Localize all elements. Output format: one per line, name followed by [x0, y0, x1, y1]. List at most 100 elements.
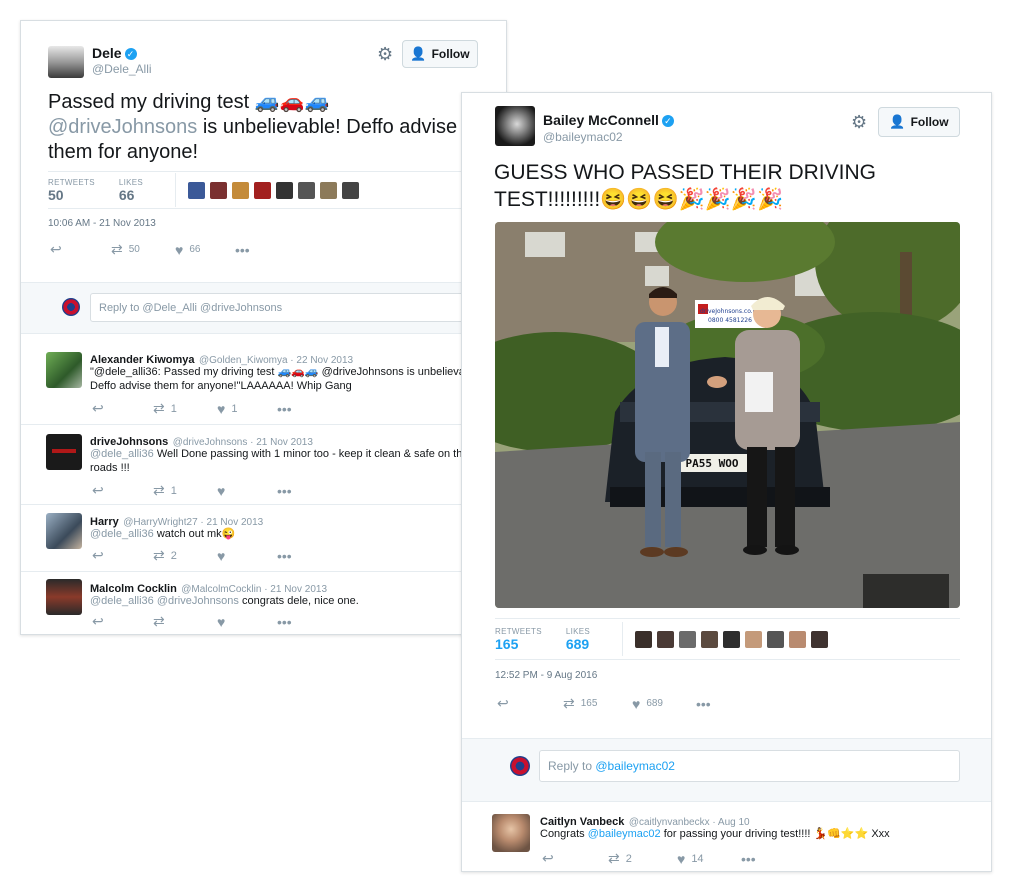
retweet-count[interactable]: RETWEETS 50: [48, 178, 95, 203]
author-handle[interactable]: @Dele_Alli: [92, 62, 152, 76]
retweet-button[interactable]: ⇄ 1: [153, 482, 217, 499]
liker-avatar[interactable]: [254, 181, 272, 199]
avatar[interactable]: [495, 106, 535, 146]
tweet-timestamp[interactable]: 10:06 AM - 21 Nov 2013: [48, 218, 156, 229]
mention-link[interactable]: @driveJohnsons: [48, 116, 197, 138]
reply-button[interactable]: ↩: [497, 695, 563, 712]
retweet-button[interactable]: ⇄ 2: [153, 547, 217, 564]
reply-icon: ↩: [92, 547, 104, 563]
likes-value: 66: [118, 186, 135, 203]
more-button[interactable]: •••: [235, 242, 250, 258]
more-button[interactable]: •••: [277, 401, 292, 417]
liker-avatar[interactable]: [723, 630, 741, 648]
reply-button[interactable]: ↩: [542, 850, 608, 867]
like-count: 1: [231, 402, 238, 415]
like-count: 14: [691, 852, 704, 865]
current-user-avatar: [510, 756, 530, 776]
reply-button[interactable]: ↩: [50, 241, 111, 258]
mention-link[interactable]: @baileymac02: [588, 828, 661, 840]
more-button[interactable]: •••: [277, 614, 292, 630]
more-button[interactable]: •••: [696, 696, 711, 712]
likes-value: 689: [565, 635, 590, 652]
liker-avatar[interactable]: [767, 630, 785, 648]
heart-icon: ♥: [217, 613, 226, 630]
like-button[interactable]: ♥ 66: [175, 242, 235, 258]
current-user-avatar: [62, 298, 80, 316]
retweet-icon: ⇄: [153, 400, 165, 416]
tweet-timestamp[interactable]: 12:52 PM - 9 Aug 2016: [495, 670, 597, 681]
reply-avatar[interactable]: [46, 352, 82, 388]
retweet-icon: ⇄: [153, 482, 165, 498]
retweet-count[interactable]: RETWEETS 165: [495, 627, 542, 652]
list-item[interactable]: Caitlyn Vanbeck @caitlynvanbeckx · Aug 1…: [462, 800, 991, 871]
list-item[interactable]: Alexander Kiwomya @Golden_Kiwomya · 22 N…: [21, 342, 506, 425]
retweet-button[interactable]: ⇄: [153, 613, 217, 630]
mention-link[interactable]: @dele_alli36: [90, 448, 154, 460]
reply-input[interactable]: Reply to @baileymac02: [539, 750, 960, 782]
more-button[interactable]: •••: [277, 483, 292, 499]
reply-button[interactable]: ↩: [92, 482, 153, 499]
liker-avatar[interactable]: [811, 630, 829, 648]
reply-avatar[interactable]: [492, 814, 530, 852]
retweets-label: RETWEETS: [495, 626, 542, 636]
liker-avatar[interactable]: [657, 630, 675, 648]
reply-button[interactable]: ↩: [92, 613, 153, 630]
reply-button[interactable]: ↩: [92, 400, 153, 417]
tweet-text: Passed my driving test 🚙🚗🚙 @driveJohnson…: [48, 90, 488, 165]
like-button[interactable]: ♥: [217, 483, 277, 499]
liker-avatar[interactable]: [188, 181, 206, 199]
like-count[interactable]: LIKES 689: [566, 627, 590, 652]
liker-avatar[interactable]: [320, 181, 338, 199]
mention-link[interactable]: @dele_alli36: [90, 528, 154, 540]
retweet-button[interactable]: ⇄ 2: [608, 850, 677, 867]
author-handle[interactable]: @baileymac02: [543, 130, 623, 144]
list-item[interactable]: Malcolm Cocklin @MalcolmCocklin · 21 Nov…: [21, 571, 506, 634]
liker-avatar[interactable]: [276, 181, 294, 199]
liker-avatar[interactable]: [789, 630, 807, 648]
reply-input[interactable]: Reply to @Dele_Alli @driveJohnsons: [90, 293, 506, 322]
liker-avatar[interactable]: [701, 630, 719, 648]
reply-text: "@dele_alli36: Passed my driving test 🚙🚗…: [90, 366, 483, 378]
reply-icon: ↩: [50, 241, 62, 257]
reply-icon: ↩: [92, 613, 104, 629]
reply-button[interactable]: ↩: [92, 547, 153, 564]
retweet-button[interactable]: ⇄ 165: [563, 695, 632, 712]
more-button[interactable]: •••: [741, 851, 756, 867]
list-item[interactable]: driveJohnsons @driveJohnsons · 21 Nov 20…: [21, 424, 506, 505]
gear-icon[interactable]: ⚙: [377, 45, 393, 63]
like-button[interactable]: ♥ 689: [632, 696, 696, 712]
retweet-button[interactable]: ⇄ 50: [111, 241, 175, 258]
liker-avatar[interactable]: [232, 181, 250, 199]
follow-button[interactable]: 👤 Follow: [402, 40, 478, 68]
reply-avatar[interactable]: [46, 579, 82, 615]
reply-avatar[interactable]: [46, 434, 82, 470]
liker-avatar[interactable]: [210, 181, 228, 199]
author-name[interactable]: Dele: [92, 45, 122, 61]
follow-button[interactable]: 👤 Follow: [878, 107, 960, 137]
gear-icon[interactable]: ⚙: [851, 113, 867, 131]
retweet-count: 2: [625, 852, 632, 865]
avatar[interactable]: [48, 46, 84, 78]
like-count[interactable]: LIKES 66: [119, 178, 143, 203]
author-name[interactable]: Bailey McConnell: [543, 112, 659, 128]
liker-avatar[interactable]: [635, 630, 653, 648]
heart-icon: ♥: [175, 241, 184, 258]
like-button[interactable]: ♥: [217, 614, 277, 630]
liker-avatar[interactable]: [298, 181, 316, 199]
mention-link[interactable]: @dele_alli36 @driveJohnsons: [90, 595, 239, 607]
reply-avatar[interactable]: [46, 513, 82, 549]
liker-avatar[interactable]: [342, 181, 360, 199]
reply-bar: Reply to @Dele_Alli @driveJohnsons: [21, 282, 506, 334]
list-item[interactable]: Harry @HarryWright27 · 21 Nov 2013 @dele…: [21, 504, 506, 572]
tweet-photo[interactable]: driveJohnsons.co.uk 0800 4581226 PA55 WO…: [495, 222, 960, 608]
like-button[interactable]: ♥: [217, 548, 277, 564]
like-button[interactable]: ♥ 14: [677, 851, 741, 867]
liker-avatar[interactable]: [745, 630, 763, 648]
reply-actions: ↩ ⇄ 2 ♥ •••: [92, 547, 292, 564]
liker-avatar[interactable]: [679, 630, 697, 648]
verified-icon: ✓: [124, 47, 137, 60]
like-button[interactable]: ♥ 1: [217, 401, 277, 417]
retweet-button[interactable]: ⇄ 1: [153, 400, 217, 417]
more-button[interactable]: •••: [277, 548, 292, 564]
reply-text: Deffo advise them for anyone!"LAAAAAA! W…: [90, 380, 352, 392]
